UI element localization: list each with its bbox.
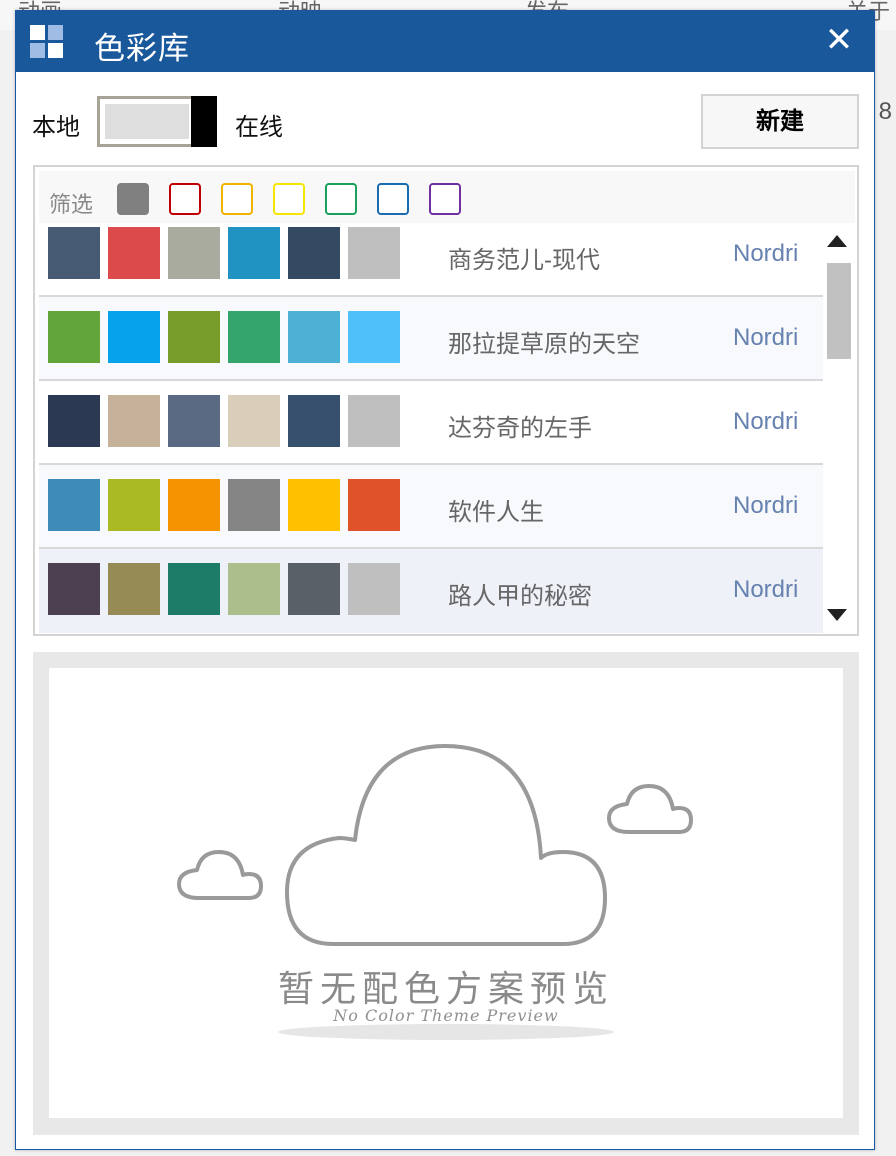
theme-row[interactable]: 达芬奇的左手 Nordri [39,381,823,465]
color-swatch [48,479,100,531]
local-label: 本地 [32,114,80,141]
grid-icon [30,25,63,58]
toggle-track [105,104,189,139]
color-swatch [288,479,340,531]
color-swatch [228,227,280,279]
scrollbar-thumb[interactable] [827,263,851,359]
theme-author-link[interactable]: Nordri [733,324,798,352]
local-online-toggle[interactable] [97,96,217,147]
online-label: 在线 [235,114,283,141]
color-swatch [288,311,340,363]
color-swatch [348,311,400,363]
color-swatch [348,479,400,531]
filter-blue[interactable] [377,183,409,215]
color-swatch [108,563,160,615]
color-swatch [108,311,160,363]
color-swatch [48,311,100,363]
filter-label: 筛选 [49,192,94,217]
color-swatch [348,227,400,279]
theme-name: 路人甲的秘密 [448,583,592,610]
theme-author-link[interactable]: Nordri [733,492,798,520]
empty-preview-subtitle: No Color Theme Preview [333,1006,559,1025]
empty-preview-title: 暂无配色方案预览 [277,969,614,1010]
preview-canvas: 暂无配色方案预览 No Color Theme Preview [49,668,843,1118]
color-swatch [168,311,220,363]
scroll-up-arrow-icon[interactable] [827,235,847,247]
color-swatch [348,395,400,447]
color-swatch [228,395,280,447]
filter-bar: 筛选 [39,171,855,223]
theme-row-selected[interactable]: 路人甲的秘密 Nordri [39,549,823,633]
color-swatch [288,227,340,279]
color-swatch [108,227,160,279]
color-swatch [168,479,220,531]
theme-name: 那拉提草原的天空 [448,331,640,358]
theme-swatches [48,563,408,615]
color-swatch [48,395,100,447]
theme-author-link[interactable]: Nordri [733,576,798,604]
scroll-down-arrow-icon[interactable] [827,609,847,621]
preview-panel: 暂无配色方案预览 No Color Theme Preview [33,652,859,1135]
theme-row[interactable]: 商务范儿-现代 Nordri [39,223,823,297]
filter-red[interactable] [169,183,201,215]
color-library-dialog: 色彩库 ✕ 本地 在线 新建 筛选 商务范儿-现代 Nordri 那拉提草原的天… [15,10,875,1150]
filter-orange[interactable] [221,183,253,215]
color-swatch [228,563,280,615]
theme-list-panel: 筛选 商务范儿-现代 Nordri 那拉提草原的天空 Nordri 达芬奇的左手… [33,165,859,636]
cloud-illustration-icon [177,744,693,1040]
color-swatch [228,311,280,363]
filter-gray[interactable] [117,183,149,215]
theme-swatches [48,395,408,447]
background-fragment: 8 [878,98,892,125]
color-swatch [48,563,100,615]
color-swatch [48,227,100,279]
color-swatch [288,563,340,615]
theme-swatches [48,227,408,279]
filter-purple[interactable] [429,183,461,215]
dialog-title: 色彩库 [94,31,190,66]
filter-yellow[interactable] [273,183,305,215]
color-swatch [108,479,160,531]
theme-name: 软件人生 [448,499,544,526]
close-icon[interactable]: ✕ [824,23,854,57]
theme-author-link[interactable]: Nordri [733,408,798,436]
color-swatch [228,479,280,531]
theme-row[interactable]: 那拉提草原的天空 Nordri [39,297,823,381]
color-swatch [348,563,400,615]
color-swatch [108,395,160,447]
color-swatch [168,395,220,447]
theme-list: 商务范儿-现代 Nordri 那拉提草原的天空 Nordri 达芬奇的左手 No… [39,223,823,633]
filter-green[interactable] [325,183,357,215]
color-swatch [288,395,340,447]
color-swatch [168,227,220,279]
theme-name: 达芬奇的左手 [448,415,592,442]
theme-author-link[interactable]: Nordri [733,240,798,268]
color-swatch [168,563,220,615]
toggle-knob[interactable] [191,96,217,147]
dialog-titlebar[interactable]: 色彩库 ✕ [16,11,874,72]
theme-swatches [48,479,408,531]
theme-swatches [48,311,408,363]
theme-name: 商务范儿-现代 [448,247,600,274]
new-theme-button[interactable]: 新建 [701,94,859,149]
theme-row[interactable]: 软件人生 Nordri [39,465,823,549]
